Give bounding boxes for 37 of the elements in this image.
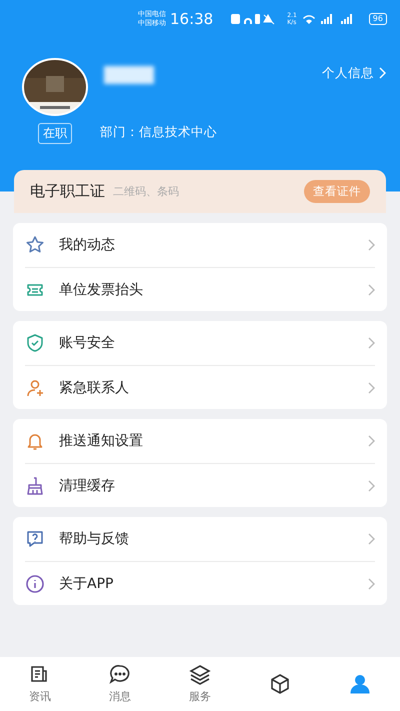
id-card-subtitle: 二维码、条码 — [113, 184, 180, 199]
chevron-right-icon — [367, 382, 375, 394]
department-text: 部门：信息技术中心 — [100, 124, 218, 141]
layers-icon[interactable] — [189, 664, 211, 686]
menu-item[interactable]: 单位发票抬头 — [59, 280, 353, 298]
menu-item[interactable]: 账号安全 — [59, 334, 353, 352]
broom-icon — [25, 476, 45, 496]
menu-item[interactable]: 清理缓存 — [59, 476, 353, 494]
chevron-right-icon — [367, 239, 375, 251]
help-icon — [25, 529, 45, 549]
clock: 16:38 — [170, 10, 214, 28]
tab-label[interactable]: 消息 — [109, 689, 131, 704]
chevron-right-icon — [367, 284, 375, 296]
menu-item[interactable]: 关于APP — [59, 574, 353, 592]
person-icon[interactable] — [349, 673, 371, 695]
menu-item[interactable]: 推送通知设置 — [59, 432, 353, 450]
status-badge: 在职 — [38, 123, 72, 144]
chevron-right-icon — [367, 435, 375, 447]
chevron-right-icon — [367, 578, 375, 590]
chevron-right-icon — [378, 67, 386, 79]
menu-item[interactable]: 紧急联系人 — [59, 378, 353, 396]
chat-icon[interactable] — [109, 664, 131, 686]
menu-item[interactable]: 帮助与反馈 — [59, 530, 353, 548]
menu-item[interactable]: 我的动态 — [59, 236, 353, 254]
tab-label[interactable]: 资讯 — [29, 689, 51, 704]
star-icon — [25, 235, 45, 255]
chevron-right-icon — [367, 337, 375, 349]
redacted-name — [104, 66, 154, 84]
info-icon — [25, 574, 45, 594]
person-plus-icon — [25, 378, 45, 398]
chevron-right-icon — [367, 533, 375, 545]
tab-label[interactable]: 服务 — [189, 689, 211, 704]
shield-icon — [25, 333, 45, 353]
id-card-title: 电子职工证 — [30, 182, 105, 201]
cube-icon[interactable] — [269, 673, 291, 695]
battery-level: 96 — [368, 13, 387, 25]
chevron-right-icon — [367, 480, 375, 492]
